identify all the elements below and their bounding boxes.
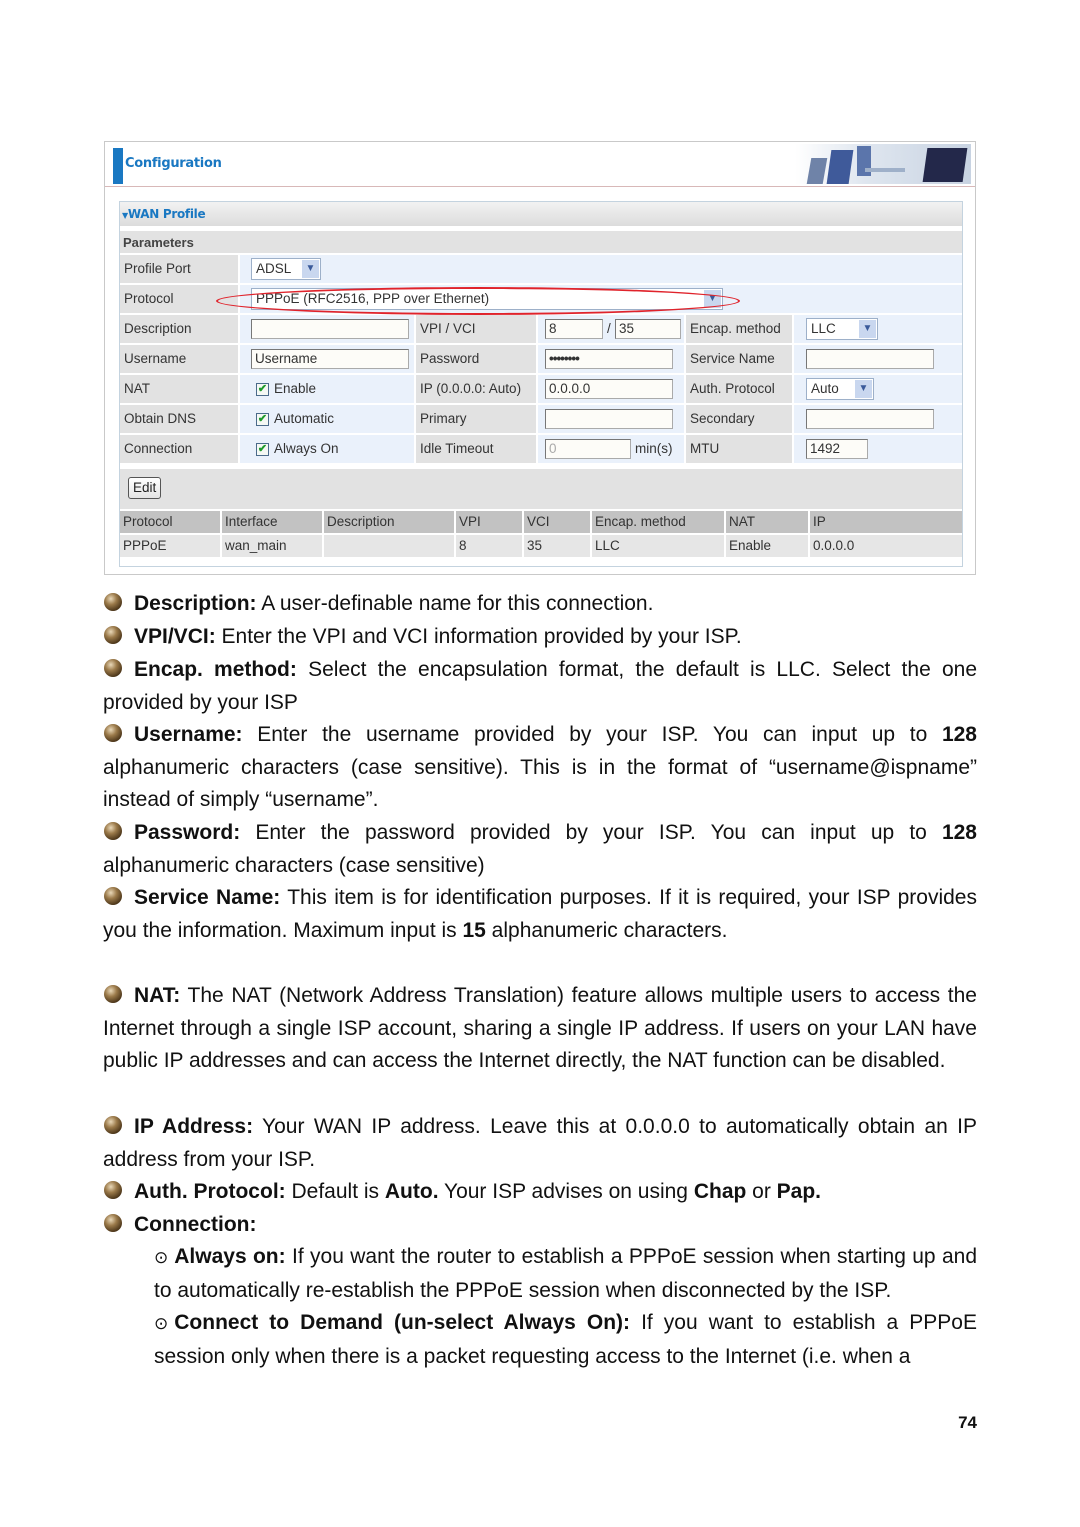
table-row[interactable]: PPPoE wan_main 8 35 LLC Enable 0.0.0.0 xyxy=(120,535,962,557)
mtu-label: MTU xyxy=(686,435,792,463)
edit-row: Edit xyxy=(120,469,962,509)
encap-method-label: Encap. method xyxy=(686,315,792,343)
mtu-input[interactable]: 1492 xyxy=(806,439,868,459)
col-description: Description xyxy=(324,511,454,533)
row-profile-port: Profile Port ADSL ▼ xyxy=(120,255,962,283)
bullet-icon xyxy=(104,985,122,1003)
always-on-checkbox[interactable]: ✔ xyxy=(256,443,269,456)
obtain-dns-checkbox-label: Automatic xyxy=(274,411,335,426)
config-title: Configuration xyxy=(125,156,222,171)
profile-port-label: Profile Port xyxy=(120,255,238,283)
parameters-header: Parameters xyxy=(120,231,962,253)
row-nat: NAT ✔ Enable IP (0.0.0.0: Auto) 0.0.0.0 … xyxy=(120,375,962,403)
office-banner-image xyxy=(795,144,971,184)
para-always-on: ⊙ Always on: If you want the router to es… xyxy=(154,1241,977,1307)
ip-input[interactable]: 0.0.0.0 xyxy=(545,379,673,399)
protocol-select[interactable]: PPPoE (RFC2516, PPP over Ethernet) ▼ xyxy=(251,288,723,310)
para-description: Description: A user-definable name for t… xyxy=(103,588,977,621)
bullet-icon xyxy=(104,887,122,905)
wan-profile-panel: ▼WAN Profile Parameters Profile Port ADS… xyxy=(119,201,963,567)
password-label: Password xyxy=(416,345,536,373)
para-connect-on-demand: ⊙ Connect to Demand (un-select Always On)… xyxy=(154,1307,977,1373)
description-label: Description xyxy=(120,315,238,343)
circled-dot-icon: ⊙ xyxy=(154,1248,169,1267)
chevron-down-icon: ▼ xyxy=(302,260,319,278)
bullet-icon xyxy=(104,724,122,742)
wan-profile-title: WAN Profile xyxy=(127,207,206,221)
idle-timeout-input[interactable]: 0 xyxy=(545,439,631,459)
nat-label: NAT xyxy=(120,375,238,403)
col-nat: NAT xyxy=(726,511,808,533)
ip-label: IP (0.0.0.0: Auto) xyxy=(416,375,536,403)
bullet-icon xyxy=(104,1181,122,1199)
config-header: Configuration xyxy=(105,142,975,187)
bullet-icon xyxy=(104,593,122,611)
primary-dns-label: Primary xyxy=(416,405,536,433)
encap-method-select[interactable]: LLC ▼ xyxy=(806,318,878,340)
col-vci: VCI xyxy=(524,511,590,533)
bullet-icon xyxy=(104,1116,122,1134)
col-vpi: VPI xyxy=(456,511,522,533)
row-connection: Connection ✔ Always On Idle Timeout 0 mi… xyxy=(120,435,962,463)
connection-label: Connection xyxy=(120,435,238,463)
chevron-down-icon: ▼ xyxy=(859,320,876,338)
primary-dns-input[interactable] xyxy=(545,409,673,429)
description-input[interactable] xyxy=(251,319,409,339)
bullet-icon xyxy=(104,659,122,677)
vpi-input[interactable]: 8 xyxy=(545,319,603,339)
always-on-label: Always On xyxy=(274,441,339,456)
circled-dot-icon: ⊙ xyxy=(154,1314,169,1333)
vpi-vci-label: VPI / VCI xyxy=(416,315,536,343)
para-connection: Connection: xyxy=(103,1209,977,1242)
para-encap: Encap. method: Select the encapsulation … xyxy=(103,658,977,714)
table-header: Protocol Interface Description VPI VCI E… xyxy=(120,511,962,533)
vpi-vci-separator: / xyxy=(607,321,611,336)
router-config-screenshot: Configuration ▼WAN Profile Parameters Pr… xyxy=(104,141,976,575)
para-password: Password: Enter the password provided by… xyxy=(103,821,977,877)
obtain-dns-label: Obtain DNS xyxy=(120,405,238,433)
bullet-icon xyxy=(104,822,122,840)
wan-profile-header[interactable]: ▼WAN Profile xyxy=(120,202,962,226)
chevron-down-icon: ▼ xyxy=(704,290,721,308)
secondary-dns-input[interactable] xyxy=(806,409,934,429)
row-obtain-dns: Obtain DNS ✔ Automatic Primary Secondary xyxy=(120,405,962,433)
auth-protocol-select[interactable]: Auto ▼ xyxy=(806,378,874,400)
header-accent-bar xyxy=(113,148,123,184)
username-input[interactable]: Username xyxy=(251,349,409,369)
row-description: Description VPI / VCI 8 / 35 Encap. meth… xyxy=(120,315,962,343)
idle-timeout-unit: min(s) xyxy=(635,441,673,456)
para-auth-protocol: Auth. Protocol: Default is Auto. Your IS… xyxy=(103,1176,977,1209)
protocol-label: Protocol xyxy=(120,285,238,313)
bullet-icon xyxy=(104,626,122,644)
row-protocol: Protocol PPPoE (RFC2516, PPP over Ethern… xyxy=(120,285,962,313)
para-service-name: Service Name: This item is for identific… xyxy=(103,886,977,942)
col-interface: Interface xyxy=(222,511,322,533)
profile-port-select[interactable]: ADSL ▼ xyxy=(251,258,321,280)
para-ip-address: IP Address: Your WAN IP address. Leave t… xyxy=(103,1115,977,1171)
chevron-down-icon: ▼ xyxy=(855,380,872,398)
edit-button[interactable]: Edit xyxy=(128,477,162,499)
auth-protocol-label: Auth. Protocol xyxy=(686,375,792,403)
service-name-input[interactable] xyxy=(806,349,934,369)
col-ip: IP xyxy=(810,511,962,533)
secondary-dns-label: Secondary xyxy=(686,405,792,433)
para-nat: NAT: The NAT (Network Address Translatio… xyxy=(103,984,977,1073)
bullet-icon xyxy=(104,1214,122,1232)
obtain-dns-checkbox[interactable]: ✔ xyxy=(256,413,269,426)
idle-timeout-label: Idle Timeout xyxy=(416,435,536,463)
vci-input[interactable]: 35 xyxy=(615,319,681,339)
col-protocol: Protocol xyxy=(120,511,220,533)
para-vpi-vci: VPI/VCI: Enter the VPI and VCI informati… xyxy=(103,621,977,654)
nat-enable-label: Enable xyxy=(274,381,317,396)
para-username: Username: Enter the username provided by… xyxy=(103,723,977,812)
username-label: Username xyxy=(120,345,238,373)
row-username: Username Username Password •••••••• Serv… xyxy=(120,345,962,373)
password-input[interactable]: •••••••• xyxy=(545,349,673,369)
service-name-label: Service Name xyxy=(686,345,792,373)
page-number: 74 xyxy=(958,1413,977,1432)
col-encap-method: Encap. method xyxy=(592,511,724,533)
nat-enable-checkbox[interactable]: ✔ xyxy=(256,383,269,396)
